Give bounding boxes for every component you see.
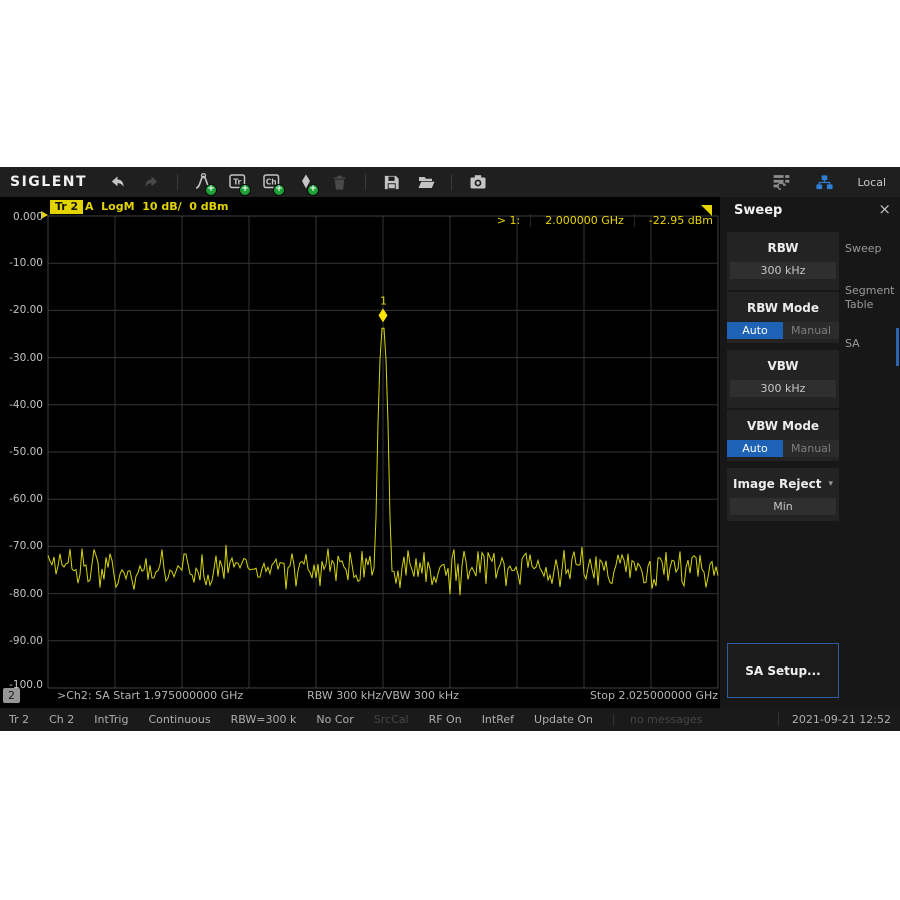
y-axis-label: -60.00 bbox=[0, 493, 43, 505]
siglent-logo: SIGLENT bbox=[10, 174, 87, 190]
add-measurement-icon[interactable] bbox=[193, 172, 214, 193]
trace-badge[interactable]: Tr 2 bbox=[50, 200, 83, 214]
vbw-value[interactable]: 300 kHz bbox=[730, 380, 836, 397]
image-reject-value[interactable]: Min bbox=[730, 498, 836, 515]
status-rbw[interactable]: RBW=300 k bbox=[231, 713, 297, 726]
toolbar-separator bbox=[177, 174, 178, 190]
vbw-mode-toggle: Auto Manual bbox=[727, 440, 839, 457]
rbw-mode-manual-option[interactable]: Manual bbox=[783, 322, 839, 339]
vbw-control[interactable]: VBW 300 kHz bbox=[727, 350, 839, 408]
rbw-mode-control[interactable]: RBW Mode Auto Manual bbox=[727, 292, 839, 343]
sa-setup-button[interactable]: SA Setup... bbox=[727, 643, 839, 698]
y-axis-label: -20.00 bbox=[0, 304, 43, 316]
image-reject-label: Image Reject ▾ bbox=[727, 477, 839, 491]
status-correction[interactable]: No Cor bbox=[316, 713, 353, 726]
y-axis-label: -70.00 bbox=[0, 540, 43, 552]
vbw-mode-control[interactable]: VBW Mode Auto Manual bbox=[727, 410, 839, 461]
delete-icon[interactable] bbox=[329, 172, 350, 193]
status-sweep-mode[interactable]: Continuous bbox=[148, 713, 210, 726]
image-reject-label-text: Image Reject bbox=[733, 477, 821, 491]
stop-frequency-label: Stop 2.025000000 GHz bbox=[48, 689, 718, 702]
image-reject-control[interactable]: Image Reject ▾ Min bbox=[727, 468, 839, 521]
y-axis-label: -10.00 bbox=[0, 257, 43, 269]
tab-sa[interactable]: SA bbox=[845, 337, 860, 351]
tab-sweep[interactable]: Sweep bbox=[845, 242, 882, 256]
status-update[interactable]: Update On bbox=[534, 713, 593, 726]
y-axis-label: -50.00 bbox=[0, 446, 43, 458]
marker-readout-frequency: 2.000000 GHz bbox=[530, 214, 624, 227]
chevron-down-icon: ▾ bbox=[828, 479, 833, 489]
panel-scrollbar[interactable] bbox=[896, 328, 899, 366]
vbw-mode-label: VBW Mode bbox=[727, 419, 839, 433]
y-axis-label: -80.00 bbox=[0, 588, 43, 600]
spectrum-analyzer-window: SIGLENT Tr Ch bbox=[0, 167, 900, 731]
status-messages: no messages bbox=[630, 713, 702, 726]
open-icon[interactable] bbox=[415, 172, 436, 193]
status-trigger[interactable]: IntTrig bbox=[94, 713, 128, 726]
undo-icon[interactable] bbox=[107, 172, 128, 193]
panel-title: Sweep bbox=[734, 203, 782, 218]
y-axis-label: 0.000 bbox=[0, 211, 43, 223]
rbw-mode-auto-option[interactable]: Auto bbox=[727, 322, 783, 339]
status-trace[interactable]: Tr 2 bbox=[9, 713, 29, 726]
close-icon[interactable]: × bbox=[878, 200, 891, 218]
layout-icon[interactable] bbox=[771, 172, 792, 193]
redo-icon[interactable] bbox=[141, 172, 162, 193]
toolbar-separator bbox=[365, 174, 366, 190]
add-marker-icon[interactable] bbox=[295, 172, 316, 193]
status-datetime: 2021-09-21 12:52 bbox=[778, 713, 891, 726]
status-reference[interactable]: IntRef bbox=[482, 713, 514, 726]
trace-settings-readout: A LogM 10 dB/ 0 dBm bbox=[85, 200, 229, 214]
toolbar-separator bbox=[451, 174, 452, 190]
rbw-mode-label: RBW Mode bbox=[727, 301, 839, 315]
spectrum-plot: 1 Tr 2 A LogM 10 dB/ 0 dBm > 1: 2.000000… bbox=[0, 197, 720, 708]
rbw-label: RBW bbox=[727, 241, 839, 255]
network-icon[interactable] bbox=[814, 172, 835, 193]
plus-badge-icon bbox=[205, 184, 217, 196]
status-bar: Tr 2 Ch 2 IntTrig Continuous RBW=300 k N… bbox=[0, 708, 900, 731]
status-srccal[interactable]: SrcCal bbox=[374, 713, 409, 726]
vbw-label: VBW bbox=[727, 359, 839, 373]
status-channel[interactable]: Ch 2 bbox=[49, 713, 74, 726]
rbw-control[interactable]: RBW 300 kHz bbox=[727, 232, 839, 290]
marker-1-number: 1 bbox=[380, 294, 387, 307]
local-button[interactable]: Local bbox=[857, 176, 886, 189]
tab-segment-table[interactable]: Segment Table bbox=[845, 284, 897, 312]
y-axis-label: -40.00 bbox=[0, 399, 43, 411]
channel-number-badge[interactable]: 2 bbox=[3, 688, 20, 703]
y-axis-label: -90.00 bbox=[0, 635, 43, 647]
spectrum-canvas: 1 bbox=[0, 197, 720, 708]
add-channel-icon[interactable]: Ch bbox=[261, 172, 282, 193]
y-axis-label: -30.00 bbox=[0, 352, 43, 364]
plus-badge-icon bbox=[273, 184, 285, 196]
sweep-panel: Sweep × RBW 300 kHz RBW Mode Auto Manual… bbox=[720, 197, 900, 708]
status-separator bbox=[613, 714, 614, 726]
status-rf[interactable]: RF On bbox=[429, 713, 462, 726]
marker-readout-amplitude: -22.95 dBm bbox=[634, 214, 713, 227]
rbw-value[interactable]: 300 kHz bbox=[730, 262, 836, 279]
plus-badge-icon bbox=[307, 184, 319, 196]
screenshot-icon[interactable] bbox=[467, 172, 488, 193]
vbw-mode-manual-option[interactable]: Manual bbox=[783, 440, 839, 457]
rbw-mode-toggle: Auto Manual bbox=[727, 322, 839, 339]
marker-readout-prefix: > 1: bbox=[483, 214, 520, 227]
add-trace-icon[interactable]: Tr bbox=[227, 172, 248, 193]
plus-badge-icon bbox=[239, 184, 251, 196]
save-icon[interactable] bbox=[381, 172, 402, 193]
toolbar: SIGLENT Tr Ch bbox=[0, 167, 900, 197]
vbw-mode-auto-option[interactable]: Auto bbox=[727, 440, 783, 457]
marker-readout: > 1: 2.000000 GHz -22.95 dBm bbox=[483, 214, 713, 227]
